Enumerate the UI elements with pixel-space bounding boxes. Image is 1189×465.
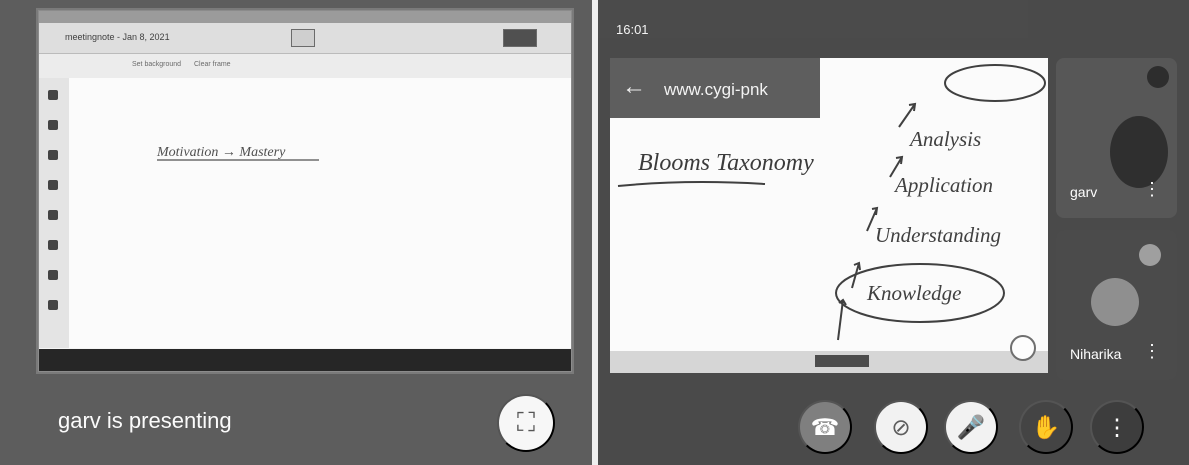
create-circle	[944, 64, 1046, 102]
more-vert-icon[interactable]: ⋮	[1143, 341, 1161, 362]
camera-toggle-button[interactable]: ⊘	[874, 400, 928, 454]
meeting-panel: 16:01 ← www.cygi-pnk Blooms Taxonomy Ana…	[598, 0, 1189, 465]
browser-tabstrip	[39, 11, 571, 23]
topic-text: Blooms Taxonomy	[638, 150, 814, 176]
handwritten-text: Motivation → Mastery	[156, 145, 286, 160]
slide-thumbnail-icon	[291, 29, 315, 47]
level-application: Application	[893, 173, 993, 197]
participant-video	[1110, 116, 1168, 188]
whiteboard-tool-rail	[39, 78, 69, 348]
level-knowledge: Knowledge	[866, 281, 962, 305]
level-analysis: Analysis	[908, 127, 981, 151]
mic-off-icon	[1147, 66, 1169, 88]
brush-icon	[48, 120, 58, 130]
image-icon	[48, 270, 58, 280]
level-understanding: Understanding	[875, 223, 1001, 247]
status-time: 16:01	[616, 22, 649, 37]
topic-underline	[617, 181, 766, 187]
shared-whiteboard-canvas: Motivation → Mastery	[69, 78, 571, 348]
mic-toggle-button[interactable]: 🎤	[944, 400, 998, 454]
raise-hand-button[interactable]: ✋	[1019, 400, 1073, 454]
laser-icon	[48, 300, 58, 310]
participant-tile-niharika: Niharika ⋮	[1056, 230, 1177, 380]
fullscreen-button[interactable]: ⛶	[497, 394, 555, 452]
phone-icon: ☎	[810, 413, 840, 440]
url-overlay: ← www.cygi-pnk	[610, 58, 820, 118]
camera-off-icon: ⊘	[891, 413, 911, 440]
more-vert-icon: ⋮	[1105, 413, 1129, 440]
browser-address-bar: meetingnote - Jan 8, 2021	[39, 23, 571, 54]
shape-icon	[48, 180, 58, 190]
shared-toolbar: Set background Clear frame	[39, 54, 571, 79]
participant-tile-garv: garv ⋮	[1056, 58, 1177, 218]
hand-icon: ✋	[1031, 413, 1061, 440]
participant-avatar	[1091, 278, 1139, 326]
mic-off-icon: 🎤	[956, 413, 986, 440]
page-url: www.cygi-pnk	[664, 80, 768, 99]
status-bar: 16:01	[598, 0, 1028, 38]
fullscreen-icon: ⛶	[516, 407, 536, 437]
participant-name: garv	[1070, 184, 1098, 200]
eraser-icon	[48, 210, 58, 220]
arrow-up	[898, 102, 917, 128]
presentation-panel: meetingnote - Jan 8, 2021 Set background…	[0, 0, 592, 465]
toolbar-item: Set background	[132, 61, 182, 68]
pointer-icon	[48, 150, 58, 160]
presenter-caption: garv is presenting	[58, 408, 232, 433]
expand-icon[interactable]	[1010, 335, 1036, 361]
shared-doc-title: meetingnote - Jan 8, 2021	[65, 32, 170, 42]
more-vert-icon[interactable]: ⋮	[1143, 179, 1161, 200]
screen-taskbar	[39, 349, 571, 371]
more-options-button[interactable]: ⋮	[1090, 400, 1144, 454]
whiteboard-bottom-strip	[610, 351, 1048, 373]
end-call-button[interactable]: ☎	[798, 400, 852, 454]
text-icon	[48, 240, 58, 250]
toolbar-item: Clear frame	[194, 61, 231, 68]
mic-off-icon	[1139, 244, 1161, 266]
shared-screen: meetingnote - Jan 8, 2021 Set background…	[38, 10, 572, 372]
arrow-back-icon[interactable]: ←	[622, 73, 646, 101]
share-button[interactable]	[503, 29, 537, 47]
presenting-chip	[815, 355, 869, 367]
pen-icon	[48, 90, 58, 100]
handwriting-layer: Motivation → Mastery	[156, 145, 319, 161]
presented-whiteboard: ← www.cygi-pnk Blooms Taxonomy Analysis …	[610, 58, 1048, 373]
participant-name: Niharika	[1070, 346, 1122, 362]
